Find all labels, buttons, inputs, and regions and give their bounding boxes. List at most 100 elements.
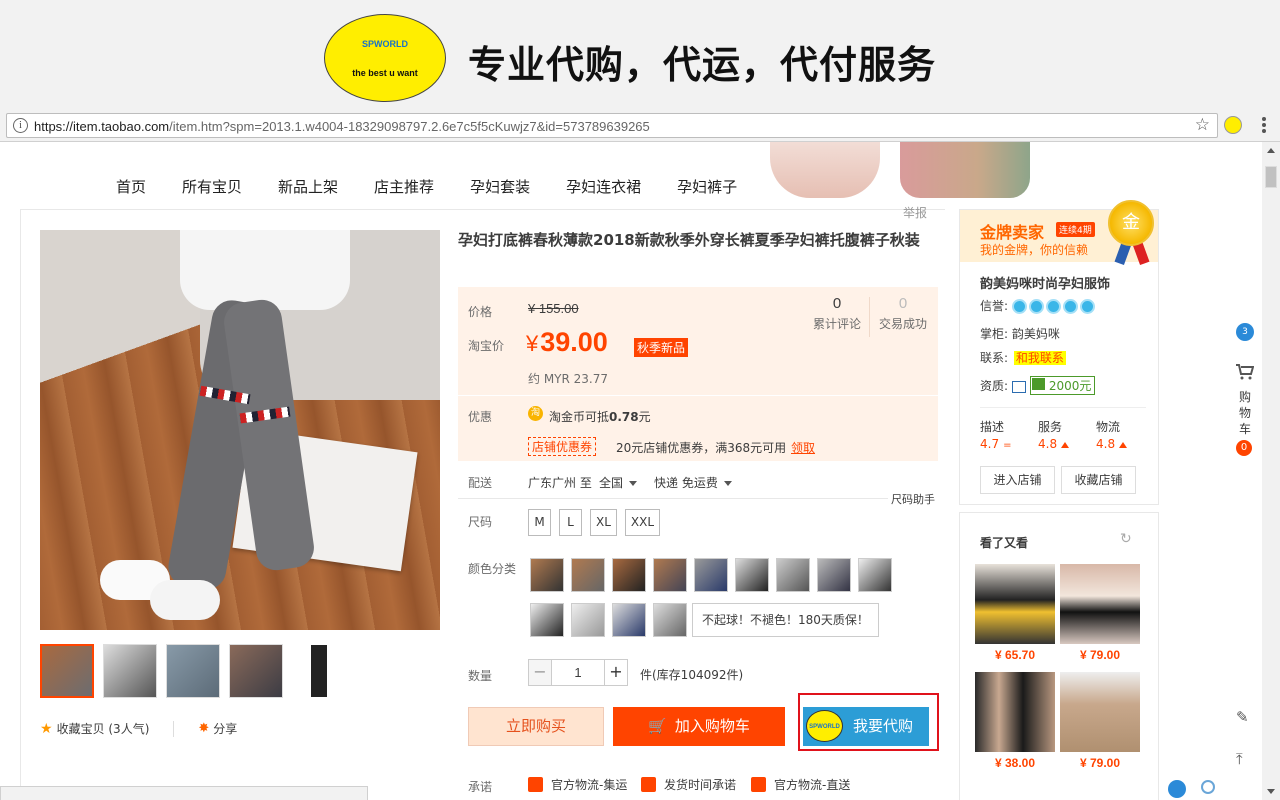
- contact-seller-button[interactable]: 和我联系: [1013, 351, 1066, 365]
- size-option[interactable]: M: [528, 509, 551, 536]
- bookmark-star-icon[interactable]: ☆: [1195, 115, 1210, 135]
- shop-nav-item[interactable]: 孕妇套装: [470, 176, 530, 197]
- refresh-icon[interactable]: ↻: [1120, 531, 1132, 547]
- enter-shop-button[interactable]: 进入店铺: [980, 466, 1055, 494]
- quantity-minus-button[interactable]: −: [528, 659, 552, 686]
- report-link[interactable]: 举报: [903, 204, 927, 221]
- info-icon[interactable]: i: [13, 118, 28, 133]
- recommended-item[interactable]: ¥ 65.70: [975, 564, 1055, 662]
- color-swatch[interactable]: [530, 603, 564, 637]
- contact-row: 联系: 和我联系: [980, 351, 1066, 365]
- keeper-row: 掌柜: 韵美妈咪: [980, 327, 1060, 341]
- shop-nav-item[interactable]: 店主推荐: [374, 176, 434, 197]
- color-swatch[interactable]: [817, 558, 851, 592]
- buy-now-button[interactable]: 立即购买: [468, 707, 604, 746]
- quantity-input[interactable]: 1: [552, 659, 604, 686]
- color-swatch[interactable]: [653, 603, 687, 637]
- quantity-plus-button[interactable]: +: [604, 659, 628, 686]
- gold-seller-title: 金牌卖家: [980, 223, 1045, 242]
- review-count[interactable]: 0 累计评论: [807, 295, 867, 332]
- color-label: 颜色分类: [468, 562, 517, 576]
- also-viewed-panel: 看了又看 ↻ ¥ 65.70 ¥ 79.00 ¥ 38.00 ¥ 79.00: [959, 512, 1159, 800]
- logistics-icon: [528, 777, 543, 792]
- cart-icon[interactable]: [1236, 364, 1254, 380]
- price-box: 价格 ¥ 155.00 淘宝价 ¥39.00 秋季新品 约 MYR 23.77 …: [458, 287, 938, 395]
- thumbnail[interactable]: [166, 644, 220, 698]
- original-price: ¥ 155.00: [528, 301, 579, 316]
- score-logistics: 物流 4.8: [1096, 418, 1128, 451]
- url-text[interactable]: https://item.taobao.com/item.htm?spm=201…: [34, 119, 650, 134]
- size-helper-link[interactable]: 尺码助手: [891, 491, 935, 507]
- color-swatch[interactable]: [858, 558, 892, 592]
- extension-icon[interactable]: [1224, 116, 1242, 134]
- browser-menu-icon[interactable]: [1256, 116, 1272, 136]
- thumbnail-strip: [40, 644, 355, 698]
- feedback-pencil-icon[interactable]: ✎: [1236, 708, 1249, 726]
- thumbnail[interactable]: [40, 644, 94, 698]
- shop-nav-item[interactable]: 所有宝贝: [182, 176, 242, 197]
- spworld-logo: SPWORLD the best u want: [324, 14, 446, 102]
- color-swatch[interactable]: [571, 603, 605, 637]
- cart-label[interactable]: 购物车: [1239, 389, 1251, 437]
- color-swatch[interactable]: [571, 558, 605, 592]
- size-label: 尺码: [468, 515, 493, 529]
- color-swatch[interactable]: [530, 558, 564, 592]
- favorite-shop-button[interactable]: 收藏店铺: [1061, 466, 1136, 494]
- page-scrollbar[interactable]: [1262, 142, 1280, 800]
- size-option[interactable]: XXL: [624, 509, 661, 536]
- address-bar[interactable]: i https://item.taobao.com/item.htm?spm=2…: [6, 113, 1218, 138]
- side-toolbar: 3 购物车 0 ✎ ⤒: [1228, 142, 1262, 800]
- proxy-buy-button[interactable]: SPWORLD 我要代购: [803, 707, 929, 746]
- favorite-item-link[interactable]: 收藏宝贝 (3人气): [57, 720, 150, 737]
- assistant-icon[interactable]: [1168, 780, 1186, 798]
- color-swatch[interactable]: [735, 558, 769, 592]
- shop-nav-item[interactable]: 孕妇裤子: [677, 176, 737, 197]
- color-text-option[interactable]: 不起球！不褪色！180天质保！: [692, 603, 879, 637]
- promise-item[interactable]: 官方物流-集运: [528, 776, 627, 793]
- settings-gear-icon[interactable]: [1201, 780, 1215, 794]
- promise-item[interactable]: 官方物流-直送: [751, 776, 850, 793]
- add-to-cart-button[interactable]: 🛒 加入购物车: [613, 707, 785, 746]
- price-label: 价格: [468, 305, 493, 319]
- ship-to-dropdown[interactable]: 全国: [599, 474, 638, 491]
- color-swatch[interactable]: [694, 558, 728, 592]
- recommended-item[interactable]: ¥ 38.00: [975, 672, 1055, 770]
- thumbnail[interactable]: [229, 644, 283, 698]
- get-coupon-link[interactable]: 领取: [791, 439, 815, 456]
- recommended-item[interactable]: ¥ 79.00: [1060, 564, 1140, 662]
- scroll-up-icon: [1267, 148, 1275, 153]
- color-swatch[interactable]: [776, 558, 810, 592]
- score-description: 描述 4.7 =: [980, 420, 1012, 451]
- main-product-photo[interactable]: [40, 230, 440, 630]
- back-to-top-icon[interactable]: ⤒: [1236, 750, 1243, 768]
- coupon-tag: 店铺优惠券: [528, 437, 597, 456]
- favorite-share-row: ★ 收藏宝贝 (3人气) ✸ 分享: [40, 720, 237, 737]
- thumbnail[interactable]: [103, 644, 157, 698]
- share-link[interactable]: 分享: [213, 720, 237, 737]
- color-swatch[interactable]: [653, 558, 687, 592]
- color-swatch[interactable]: [612, 558, 646, 592]
- recommended-item[interactable]: ¥ 79.00: [1060, 672, 1140, 770]
- promise-item[interactable]: 发货时间承诺: [641, 776, 736, 793]
- favorite-star-icon[interactable]: ★: [40, 721, 53, 737]
- quantity-stepper: − 1 +: [528, 659, 628, 686]
- shop-nav-item[interactable]: 孕妇连衣裙: [566, 176, 641, 197]
- size-option[interactable]: L: [559, 509, 582, 536]
- trend-up-icon: [1119, 441, 1128, 448]
- share-icon[interactable]: ✸: [198, 721, 209, 736]
- gold-seller-header: 金牌卖家 连续4期 我的金牌，你的信赖 金: [960, 200, 1158, 266]
- browser-status-bar: [0, 786, 368, 800]
- shop-nav-item[interactable]: 首页: [116, 176, 146, 197]
- gold-medal-icon: 金: [1108, 200, 1154, 246]
- shop-nav-item[interactable]: 新品上架: [278, 176, 338, 197]
- scroll-down-icon: [1267, 789, 1275, 794]
- ship-fee-dropdown[interactable]: 快递 免运费: [654, 474, 732, 491]
- promo-banner: SPWORLD the best u want 专业代购，代运，代付服务: [0, 0, 1280, 110]
- thumbnail[interactable]: [292, 644, 346, 698]
- color-swatch[interactable]: [612, 603, 646, 637]
- logo-tagline: the best u want: [352, 68, 418, 78]
- chat-bubble-icon[interactable]: 3: [1236, 323, 1254, 341]
- shop-name-link[interactable]: 韵美妈咪时尚孕妇服饰: [980, 273, 1110, 292]
- size-option[interactable]: XL: [590, 509, 617, 536]
- seller-panel: 金牌卖家 连续4期 我的金牌，你的信赖 金 韵美妈咪时尚孕妇服饰 信誉: 掌柜:…: [959, 200, 1159, 505]
